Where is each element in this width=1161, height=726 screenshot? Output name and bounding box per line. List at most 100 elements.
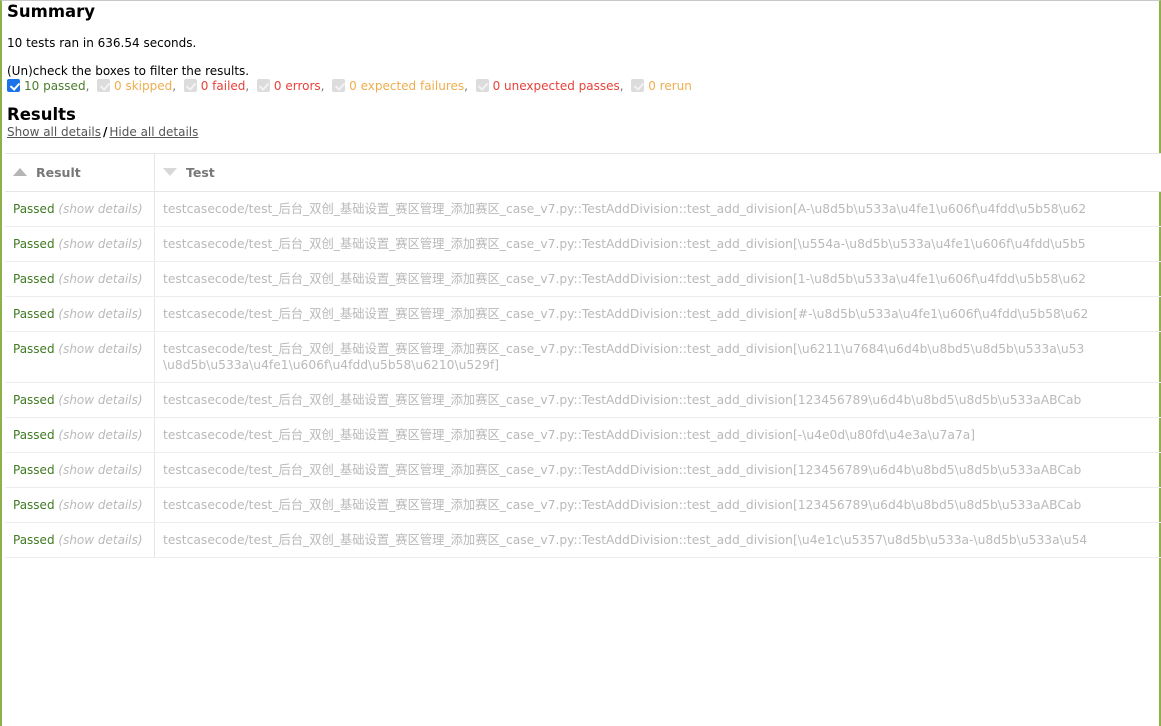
test-name-text: testcasecode/test_后台_双创_基础设置_赛区管理_添加赛区_c… [163,463,1082,477]
table-row: Passed (show details) testcasecode/test_后… [5,417,1161,453]
test-name-cell: testcasecode/test_后台_双创_基础设置_赛区管理_添加赛区_c… [154,522,1161,558]
column-header-result-label: Result [36,165,81,180]
status-badge: Passed [13,463,55,477]
show-details-link[interactable]: (show details) [58,202,142,216]
checkbox-failed[interactable] [183,79,197,92]
filter-errors[interactable]: 0 errors [256,79,321,93]
sort-ascending-icon [13,168,27,176]
test-name-cell: testcasecode/test_后台_双创_基础设置_赛区管理_添加赛区_c… [154,331,1161,383]
checkbox-expected-failures[interactable] [332,79,346,92]
filter-separator: , [619,79,624,93]
table-row: Passed (show details) testcasecode/test_后… [5,487,1161,523]
column-header-test-label: Test [186,165,215,180]
result-cell: Passed (show details) [5,522,155,558]
result-cell: Passed (show details) [5,261,155,297]
checkbox-skipped[interactable] [97,79,111,92]
result-cell: Passed (show details) [5,452,155,488]
filter-label-skipped: 0 skipped [114,79,173,93]
status-badge: Passed [13,428,55,442]
column-header-result[interactable]: Result [5,153,155,192]
result-cell: Passed (show details) [5,296,155,332]
filter-unexpected-passes[interactable]: 0 unexpected passes [475,79,620,93]
show-all-details-link[interactable]: Show all details [7,125,101,139]
filter-separator: , [85,79,90,93]
test-name-text: testcasecode/test_后台_双创_基础设置_赛区管理_添加赛区_c… [163,498,1082,512]
table-row: Passed (show details) testcasecode/test_后… [5,296,1161,332]
hide-all-details-link[interactable]: Hide all details [109,125,198,139]
filter-skipped[interactable]: 0 skipped [97,79,172,93]
table-row: Passed (show details) testcasecode/test_后… [5,226,1161,262]
status-badge: Passed [13,307,55,321]
test-name-cell: testcasecode/test_后台_双创_基础设置_赛区管理_添加赛区_c… [154,226,1161,262]
table-row: Passed (show details) testcasecode/test_后… [5,191,1161,227]
show-details-link[interactable]: (show details) [58,307,142,321]
filter-failed[interactable]: 0 failed [183,79,246,93]
test-name-cell: testcasecode/test_后台_双创_基础设置_赛区管理_添加赛区_c… [154,296,1161,332]
test-name-cell: testcasecode/test_后台_双创_基础设置_赛区管理_添加赛区_c… [154,261,1161,297]
filter-separator: , [464,79,468,93]
show-details-link[interactable]: (show details) [58,342,142,356]
filter-hint-line: (Un)check the boxes to filter the result… [7,64,250,78]
show-details-link[interactable]: (show details) [58,428,142,442]
filter-label-unexpected-passes: 0 unexpected passes [492,79,620,93]
tests-ran-line: 10 tests ran in 636.54 seconds. [7,36,197,50]
status-badge: Passed [13,533,55,547]
status-badge: Passed [13,272,55,286]
filter-label-expected-failures: 0 expected failures [349,79,465,93]
filter-separator: , [172,79,177,93]
test-name-text: testcasecode/test_后台_双创_基础设置_赛区管理_添加赛区_c… [163,533,1088,547]
filter-separator: , [320,79,325,93]
test-name-text-continued: \u8d5b\u533a\u4fe1\u606f\u4fdd\u5b58\u62… [163,358,500,372]
filter-label-rerun: 0 rerun [648,79,692,93]
results-table: Result Test Passed (show details) testcas… [5,153,1161,558]
test-name-cell: testcasecode/test_后台_双创_基础设置_赛区管理_添加赛区_c… [154,452,1161,488]
test-name-text: testcasecode/test_后台_双创_基础设置_赛区管理_添加赛区_c… [163,307,1089,321]
summary-heading: Summary [7,2,96,21]
test-name-cell: testcasecode/test_后台_双创_基础设置_赛区管理_添加赛区_c… [154,417,1161,453]
checkbox-errors[interactable] [256,79,270,92]
show-details-link[interactable]: (show details) [58,463,142,477]
show-details-link[interactable]: (show details) [58,498,142,512]
test-name-cell: testcasecode/test_后台_双创_基础设置_赛区管理_添加赛区_c… [154,487,1161,523]
filter-label-failed: 0 failed [200,79,246,93]
status-badge: Passed [13,498,55,512]
status-badge: Passed [13,342,55,356]
details-toggle-links: Show all details / Hide all details [5,125,1159,140]
status-badge: Passed [13,202,55,216]
table-row: Passed (show details) testcasecode/test_后… [5,261,1161,297]
test-name-text: testcasecode/test_后台_双创_基础设置_赛区管理_添加赛区_c… [163,202,1087,216]
show-details-link[interactable]: (show details) [58,237,142,251]
test-name-text: testcasecode/test_后台_双创_基础设置_赛区管理_添加赛区_c… [163,272,1086,286]
filter-expected-failures[interactable]: 0 expected failures [332,79,464,93]
test-name-text: testcasecode/test_后台_双创_基础设置_赛区管理_添加赛区_c… [163,342,1085,356]
show-details-link[interactable]: (show details) [58,393,142,407]
checkbox-rerun[interactable] [631,79,645,92]
test-name-text: testcasecode/test_后台_双创_基础设置_赛区管理_添加赛区_c… [163,428,976,442]
status-badge: Passed [13,237,55,251]
filter-rerun[interactable]: 0 rerun [631,79,692,93]
results-header-row: Result Test [5,153,1161,192]
checkbox-passed[interactable] [7,79,20,92]
test-name-text: testcasecode/test_后台_双创_基础设置_赛区管理_添加赛区_c… [163,393,1082,407]
result-cell: Passed (show details) [5,191,155,227]
column-header-test[interactable]: Test [154,153,1161,192]
checkbox-unexpected-passes[interactable] [475,79,489,92]
result-cell: Passed (show details) [5,382,155,418]
test-name-cell: testcasecode/test_后台_双创_基础设置_赛区管理_添加赛区_c… [154,382,1161,418]
table-row: Passed (show details) testcasecode/test_后… [5,452,1161,488]
test-name-text: testcasecode/test_后台_双创_基础设置_赛区管理_添加赛区_c… [163,237,1086,251]
filter-label-passed: 10 passed [24,79,86,93]
result-cell: Passed (show details) [5,331,155,383]
show-details-link[interactable]: (show details) [58,533,142,547]
show-details-link[interactable]: (show details) [58,272,142,286]
result-cell: Passed (show details) [5,487,155,523]
table-row: Passed (show details) testcasecode/test_后… [5,522,1161,558]
table-row: Passed (show details) testcasecode/test_后… [5,331,1161,383]
status-badge: Passed [13,393,55,407]
filter-passed[interactable]: 10 passed [7,79,86,93]
filter-separator: , [245,79,250,93]
result-cell: Passed (show details) [5,417,155,453]
filter-label-errors: 0 errors [273,79,321,93]
